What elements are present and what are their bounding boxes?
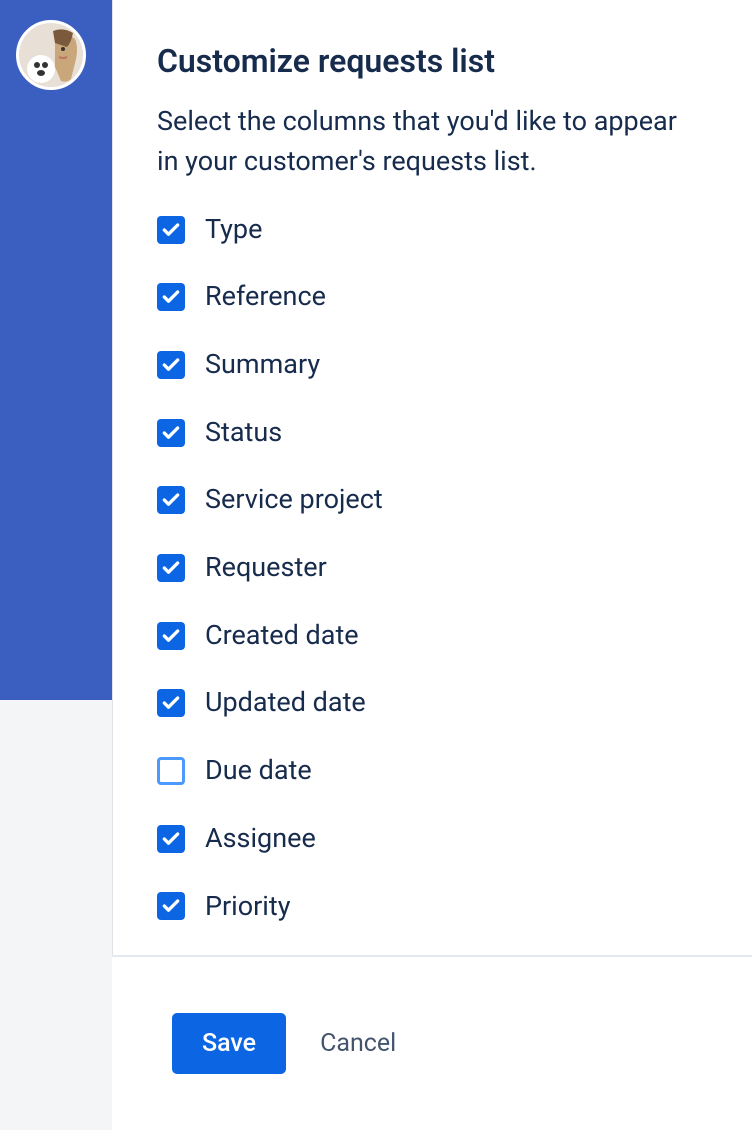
column-checkbox-label: Priority [205,892,290,922]
avatar-image-icon [19,23,83,87]
column-checkbox-row[interactable]: Due date [157,756,708,786]
checkbox-checked-icon[interactable] [157,554,185,582]
column-checkbox-label: Updated date [205,688,366,718]
column-checkbox-label: Due date [205,756,312,786]
checkbox-checked-icon[interactable] [157,825,185,853]
panel-footer: Save Cancel [112,955,752,1130]
column-checkbox-label: Type [205,215,262,245]
column-checkbox-label: Summary [205,350,320,380]
checkbox-checked-icon[interactable] [157,419,185,447]
column-checkbox-label: Service project [205,485,383,515]
save-button[interactable]: Save [172,1013,286,1074]
panel-description: Select the columns that you'd like to ap… [157,102,697,180]
checkbox-checked-icon[interactable] [157,689,185,717]
checkbox-checked-icon[interactable] [157,892,185,920]
column-checkbox-row[interactable]: Priority [157,892,708,922]
avatar[interactable] [16,20,86,90]
column-checkbox-label: Created date [205,621,359,651]
checkbox-checked-icon[interactable] [157,283,185,311]
cancel-button[interactable]: Cancel [320,1029,396,1058]
checkbox-checked-icon[interactable] [157,216,185,244]
column-checkbox-row[interactable]: Status [157,418,708,448]
checkbox-unchecked-icon[interactable] [157,757,185,785]
column-checkbox-row[interactable]: Assignee [157,824,708,854]
checkbox-checked-icon[interactable] [157,486,185,514]
column-checkbox-row[interactable]: Requester [157,553,708,583]
panel-title: Customize requests list [157,42,708,80]
column-checkbox-row[interactable]: Type [157,215,708,245]
column-checkbox-list: Type Reference Summary Status Service projec… [157,215,708,922]
column-checkbox-row[interactable]: Created date [157,621,708,651]
column-checkbox-row[interactable]: Service project [157,485,708,515]
customize-panel: Customize requests list Select the colum… [112,0,752,955]
column-checkbox-label: Status [205,418,282,448]
checkbox-checked-icon[interactable] [157,351,185,379]
column-checkbox-label: Reference [205,282,326,312]
column-checkbox-row[interactable]: Updated date [157,688,708,718]
checkbox-checked-icon[interactable] [157,622,185,650]
column-checkbox-row[interactable]: Reference [157,282,708,312]
column-checkbox-row[interactable]: Summary [157,350,708,380]
column-checkbox-label: Requester [205,553,327,583]
sidebar [0,0,112,700]
column-checkbox-label: Assignee [205,824,316,854]
